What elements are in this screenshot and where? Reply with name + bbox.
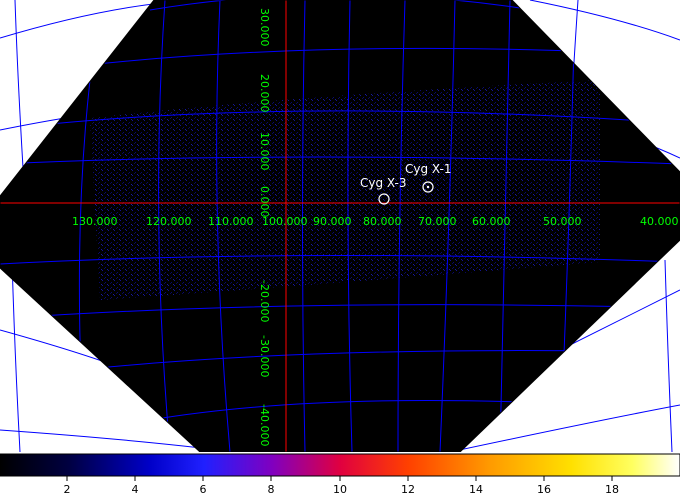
dec-label: 30.000	[258, 8, 271, 47]
colorbar-gradient	[0, 453, 680, 477]
colorbar-label: 16	[537, 483, 551, 496]
dec-label: 10.000	[258, 132, 271, 171]
colorbar-label: 8	[268, 483, 275, 496]
source-marker-cyg-x-1-center	[426, 185, 430, 189]
colorbar-label: 10	[333, 483, 347, 496]
ra-label: 50.000	[543, 215, 582, 228]
ra-label: 80.000	[363, 215, 402, 228]
ra-label: 120.000	[146, 215, 192, 228]
dec-label: -20.000	[258, 280, 271, 322]
dec-label: 20.000	[258, 74, 271, 113]
dec-label: -40.000	[258, 404, 271, 446]
colorbar-label: 4	[132, 483, 139, 496]
dec-label: 0.000	[258, 186, 271, 218]
colorbar-label: 18	[605, 483, 619, 496]
source-label-cyg-x-1: Cyg X-1	[405, 162, 452, 176]
ra-label: 110.000	[208, 215, 254, 228]
ra-label: 90.000	[313, 215, 352, 228]
exposure-band	[90, 80, 600, 300]
colorbar-label: 14	[469, 483, 483, 496]
colorbar-ticks	[66, 476, 613, 481]
colorbar: 2 4 6 8 10 12 14 16 18	[0, 452, 680, 499]
ra-label: 130.000	[72, 215, 118, 228]
source-label-cyg-x-3: Cyg X-3	[360, 176, 407, 190]
colorbar-label: 2	[64, 483, 71, 496]
colorbar-label: 12	[401, 483, 415, 496]
colorbar-label: 6	[200, 483, 207, 496]
dec-label: -30.000	[258, 335, 271, 377]
ra-label: 40.000	[640, 215, 679, 228]
sky-map[interactable]: 130.000 120.000 110.000 100.000 90.000 8…	[0, 0, 680, 452]
colorbar-labels: 2 4 6 8 10 12 14 16 18	[64, 483, 620, 496]
ra-label: 70.000	[418, 215, 457, 228]
ra-label: 60.000	[472, 215, 511, 228]
